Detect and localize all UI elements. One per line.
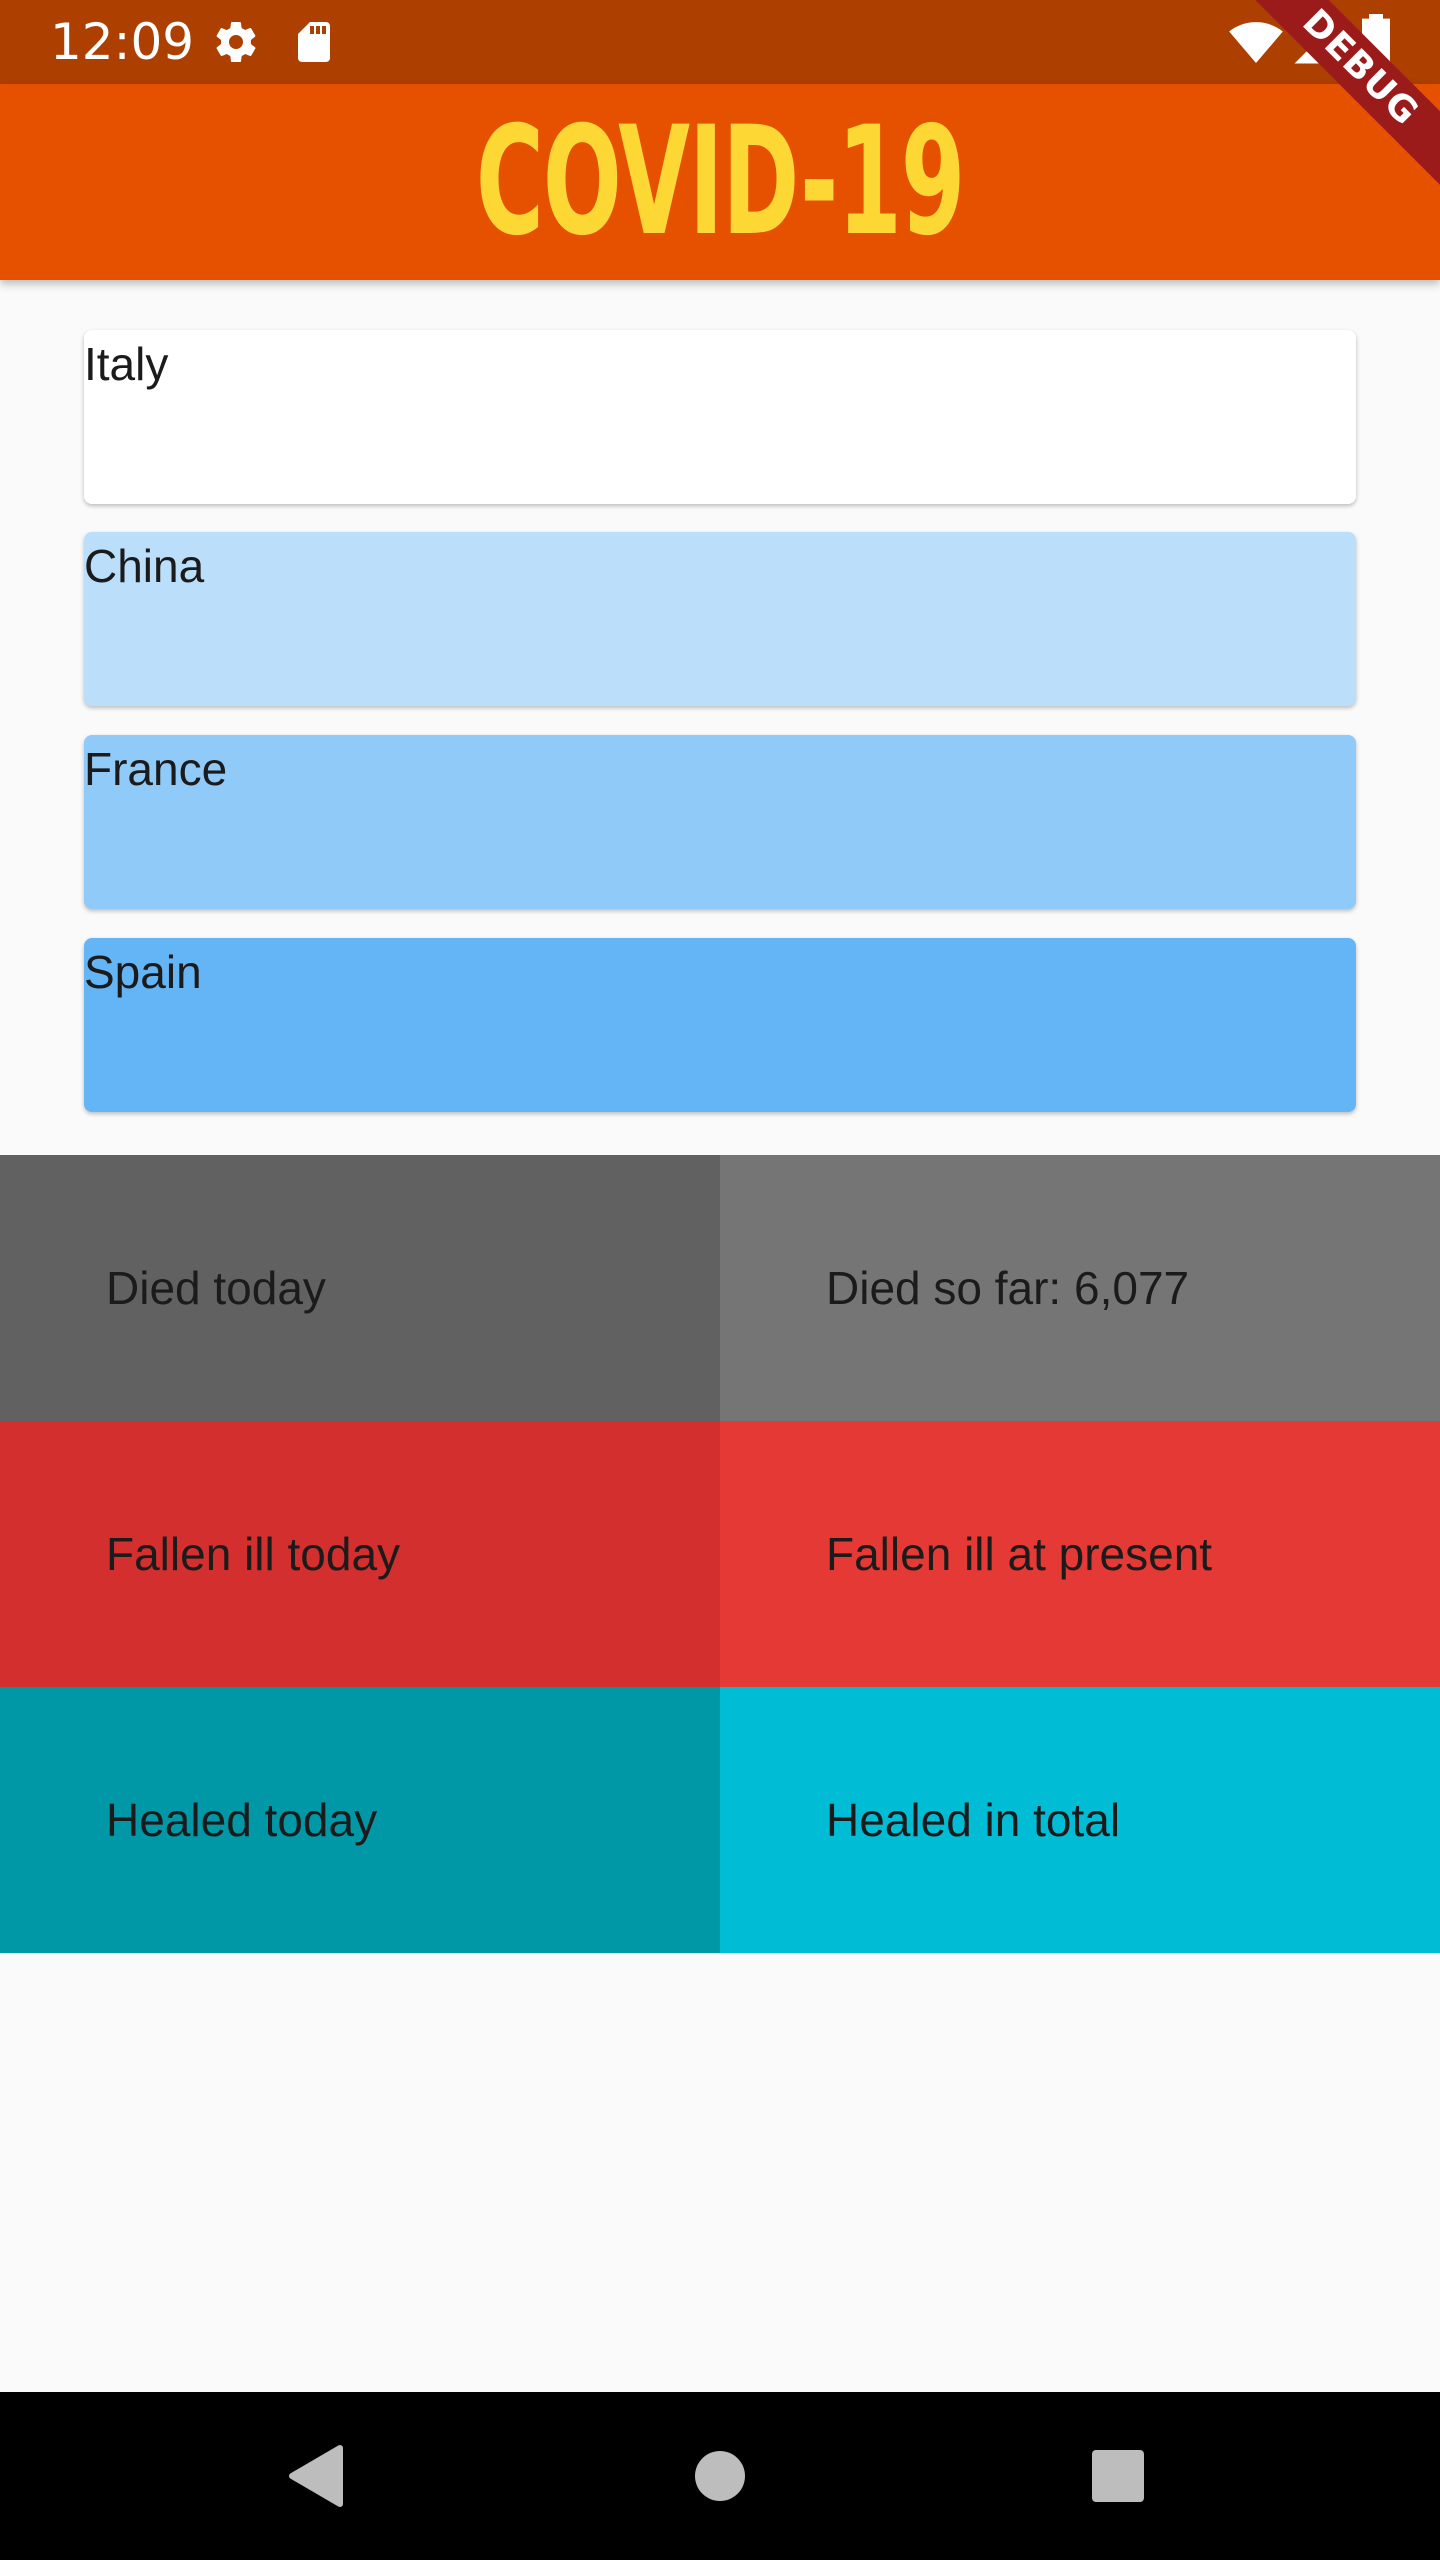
recents-icon	[1092, 2450, 1144, 2502]
gear-icon	[216, 22, 256, 63]
stat-label: Fallen ill today	[106, 1528, 401, 1580]
country-card-italy[interactable]: Italy	[84, 330, 1356, 504]
stat-healed-today: Healed today	[0, 1687, 720, 1953]
stat-label: Died so far: 6,077	[826, 1262, 1190, 1314]
home-button[interactable]	[630, 2392, 810, 2560]
back-button[interactable]	[228, 2392, 408, 2560]
stat-label: Healed in total	[826, 1794, 1121, 1846]
country-label: China	[84, 540, 205, 592]
country-label: Italy	[84, 338, 169, 390]
app-screen: 12:09 DEBUG COVID-19 Italy China France …	[0, 0, 1440, 2560]
app-bar: COVID-19	[0, 84, 1440, 280]
recents-button[interactable]	[1028, 2392, 1208, 2560]
stat-died-today: Died today	[0, 1155, 720, 1421]
back-icon	[289, 2445, 343, 2507]
wifi-icon	[1229, 22, 1283, 63]
country-card-china[interactable]: China	[84, 532, 1356, 706]
system-nav-bar	[0, 2392, 1440, 2560]
stat-fallen-ill-present: Fallen ill at present	[720, 1421, 1440, 1687]
stat-died-so-far: Died so far: 6,077	[720, 1155, 1440, 1421]
sd-card-icon	[298, 22, 330, 62]
country-card-spain[interactable]: Spain	[84, 938, 1356, 1112]
home-icon	[695, 2451, 745, 2501]
stat-label: Fallen ill at present	[826, 1528, 1213, 1580]
status-time: 12:09	[50, 13, 195, 71]
country-card-france[interactable]: France	[84, 735, 1356, 909]
app-title: COVID-19	[475, 95, 966, 269]
status-bar: 12:09	[0, 0, 1440, 84]
country-label: France	[84, 743, 228, 795]
stat-fallen-ill-today: Fallen ill today	[0, 1421, 720, 1687]
stat-label: Died today	[106, 1262, 326, 1314]
stat-label: Healed today	[106, 1794, 378, 1846]
country-label: Spain	[84, 946, 202, 998]
stat-healed-total: Healed in total	[720, 1687, 1440, 1953]
